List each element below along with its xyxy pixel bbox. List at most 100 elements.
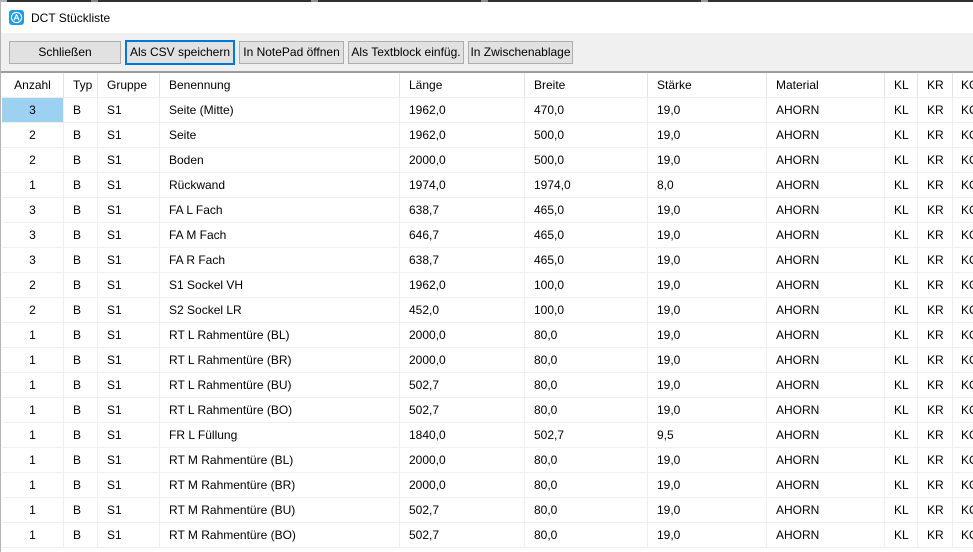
table-cell-typ[interactable]: B [64, 448, 98, 473]
table-cell-anzahl[interactable]: 3 [2, 223, 64, 248]
table-cell-typ[interactable]: B [64, 423, 98, 448]
table-row[interactable]: 1BS1RT L Rahmentüre (BO)502,780,019,0AHO… [2, 398, 973, 423]
table-cell-ko[interactable]: KO [953, 448, 973, 473]
table-cell-st-rke[interactable]: 8,0 [648, 173, 767, 198]
table-cell-material[interactable]: AHORN [767, 273, 885, 298]
table-cell-kl[interactable]: KL [885, 323, 918, 348]
table-cell-material[interactable]: AHORN [767, 398, 885, 423]
toolbar-button-schlie-en[interactable]: Schließen [9, 41, 121, 64]
table-cell-anzahl[interactable]: 3 [2, 98, 64, 123]
table-row[interactable]: 1BS1RT L Rahmentüre (BR)2000,080,019,0AH… [2, 348, 973, 373]
table-cell-benennung[interactable]: Seite (Mitte) [160, 98, 400, 123]
table-cell-l-nge[interactable]: 1962,0 [400, 123, 525, 148]
table-cell-material[interactable]: AHORN [767, 348, 885, 373]
table-cell-gruppe[interactable]: S1 [98, 148, 160, 173]
table-cell-st-rke[interactable]: 19,0 [648, 323, 767, 348]
table-cell-material[interactable]: AHORN [767, 448, 885, 473]
table-cell-gruppe[interactable]: S1 [98, 123, 160, 148]
table-cell-l-nge[interactable]: 2000,0 [400, 473, 525, 498]
table-cell-kr[interactable]: KR [918, 448, 953, 473]
table-cell-typ[interactable]: B [64, 348, 98, 373]
table-cell-gruppe[interactable]: S1 [98, 523, 160, 548]
table-cell-l-nge[interactable]: 502,7 [400, 373, 525, 398]
table-cell-l-nge[interactable]: 1962,0 [400, 273, 525, 298]
table-cell-kl[interactable]: KL [885, 498, 918, 523]
table-row[interactable]: 2BS1S2 Sockel LR452,0100,019,0AHORNKLKRK… [2, 298, 973, 323]
table-cell-anzahl[interactable]: 3 [2, 248, 64, 273]
table-cell-gruppe[interactable]: S1 [98, 498, 160, 523]
table-cell-l-nge[interactable]: 2000,0 [400, 323, 525, 348]
table-cell-ko[interactable]: KO [953, 273, 973, 298]
column-header-kl[interactable]: KL [885, 73, 918, 98]
table-cell-benennung[interactable]: FA R Fach [160, 248, 400, 273]
table-cell-ko[interactable]: KO [953, 223, 973, 248]
table-cell-st-rke[interactable]: 19,0 [648, 98, 767, 123]
table-cell-kr[interactable]: KR [918, 298, 953, 323]
column-header-benennung[interactable]: Benennung [160, 73, 400, 98]
table-cell-kl[interactable]: KL [885, 298, 918, 323]
table-cell-kl[interactable]: KL [885, 348, 918, 373]
table-cell-ko[interactable]: KO [953, 298, 973, 323]
table-cell-gruppe[interactable]: S1 [98, 198, 160, 223]
table-cell-benennung[interactable]: Boden [160, 148, 400, 173]
table-cell-st-rke[interactable]: 9,5 [648, 423, 767, 448]
table-cell-kl[interactable]: KL [885, 273, 918, 298]
table-cell-material[interactable]: AHORN [767, 323, 885, 348]
table-cell-ko[interactable]: KO [953, 148, 973, 173]
table-cell-typ[interactable]: B [64, 148, 98, 173]
table-cell-gruppe[interactable]: S1 [98, 248, 160, 273]
table-cell-kr[interactable]: KR [918, 523, 953, 548]
table-cell-typ[interactable]: B [64, 323, 98, 348]
table-cell-kr[interactable]: KR [918, 373, 953, 398]
table-cell-kl[interactable]: KL [885, 173, 918, 198]
table-cell-kl[interactable]: KL [885, 123, 918, 148]
table-cell-l-nge[interactable]: 1974,0 [400, 173, 525, 198]
table-cell-breite[interactable]: 100,0 [525, 273, 648, 298]
table-cell-anzahl[interactable]: 2 [2, 298, 64, 323]
table-row[interactable]: 2BS1Boden2000,0500,019,0AHORNKLKRKO [2, 148, 973, 173]
table-cell-gruppe[interactable]: S1 [98, 323, 160, 348]
table-cell-gruppe[interactable]: S1 [98, 448, 160, 473]
table-cell-kr[interactable]: KR [918, 498, 953, 523]
table-cell-typ[interactable]: B [64, 273, 98, 298]
table-cell-benennung[interactable]: RT M Rahmentüre (BO) [160, 523, 400, 548]
table-cell-kr[interactable]: KR [918, 423, 953, 448]
table-cell-st-rke[interactable]: 19,0 [648, 298, 767, 323]
table-cell-typ[interactable]: B [64, 298, 98, 323]
table-cell-breite[interactable]: 80,0 [525, 473, 648, 498]
table-cell-typ[interactable]: B [64, 523, 98, 548]
table-cell-anzahl[interactable]: 3 [2, 198, 64, 223]
table-cell-ko[interactable]: KO [953, 423, 973, 448]
table-cell-gruppe[interactable]: S1 [98, 298, 160, 323]
table-cell-material[interactable]: AHORN [767, 223, 885, 248]
table-cell-kl[interactable]: KL [885, 98, 918, 123]
table-cell-breite[interactable]: 80,0 [525, 398, 648, 423]
table-cell-l-nge[interactable]: 2000,0 [400, 448, 525, 473]
table-cell-kr[interactable]: KR [918, 173, 953, 198]
table-cell-kl[interactable]: KL [885, 423, 918, 448]
table-cell-anzahl[interactable]: 1 [2, 173, 64, 198]
table-cell-benennung[interactable]: FR L Füllung [160, 423, 400, 448]
table-row[interactable]: 2BS1S1 Sockel VH1962,0100,019,0AHORNKLKR… [2, 273, 973, 298]
table-cell-l-nge[interactable]: 1962,0 [400, 98, 525, 123]
table-cell-kl[interactable]: KL [885, 198, 918, 223]
table-cell-breite[interactable]: 465,0 [525, 223, 648, 248]
table-cell-kl[interactable]: KL [885, 248, 918, 273]
table-cell-gruppe[interactable]: S1 [98, 373, 160, 398]
table-cell-st-rke[interactable]: 19,0 [648, 248, 767, 273]
table-cell-kl[interactable]: KL [885, 398, 918, 423]
table-cell-kl[interactable]: KL [885, 523, 918, 548]
table-cell-benennung[interactable]: Rückwand [160, 173, 400, 198]
column-header-l-nge[interactable]: Länge [400, 73, 525, 98]
table-cell-benennung[interactable]: RT M Rahmentüre (BR) [160, 473, 400, 498]
table-cell-kr[interactable]: KR [918, 198, 953, 223]
table-cell-ko[interactable]: KO [953, 348, 973, 373]
table-cell-gruppe[interactable]: S1 [98, 173, 160, 198]
table-cell-benennung[interactable]: FA L Fach [160, 198, 400, 223]
table-cell-anzahl[interactable]: 1 [2, 448, 64, 473]
table-cell-gruppe[interactable]: S1 [98, 423, 160, 448]
table-cell-kr[interactable]: KR [918, 273, 953, 298]
table-cell-gruppe[interactable]: S1 [98, 473, 160, 498]
toolbar-button-als-csv-speichern[interactable]: Als CSV speichern [125, 40, 235, 65]
table-cell-benennung[interactable]: FA M Fach [160, 223, 400, 248]
